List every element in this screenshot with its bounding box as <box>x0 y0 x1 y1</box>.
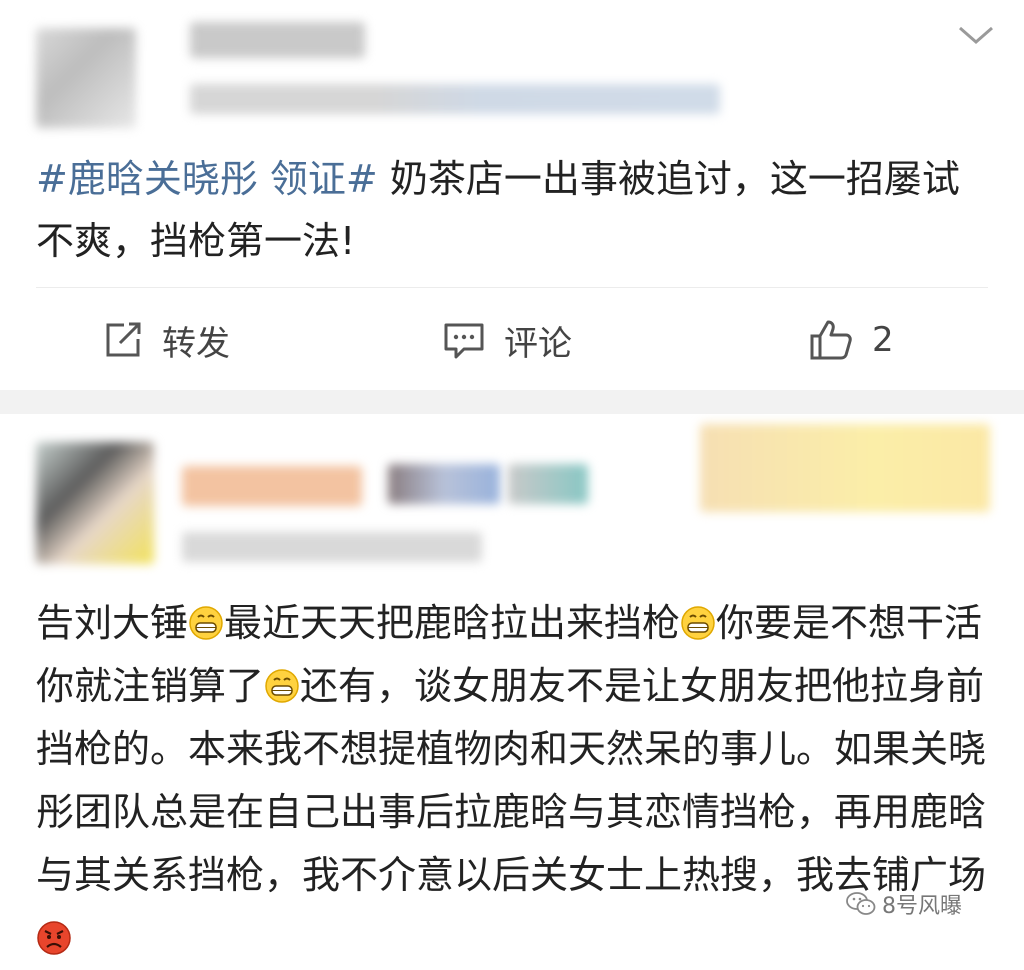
thumbs-up-icon <box>810 320 852 360</box>
text-segment: 最近天天把鹿晗拉出来挡枪 <box>224 601 681 645</box>
comment-label: 评论 <box>504 323 572 364</box>
section-divider <box>0 390 1024 414</box>
user-badges-2 <box>508 464 588 504</box>
post-text: #鹿晗关晓彤 领证# 奶茶店一出事被追讨，这一招屡试不爽，挡枪第一法! <box>36 148 986 272</box>
post-meta <box>190 84 720 114</box>
divider <box>36 287 988 288</box>
share-icon <box>106 322 141 357</box>
grin-emoji-icon <box>681 606 715 640</box>
follow-banner[interactable] <box>700 424 990 512</box>
like-count: 2 <box>872 320 894 360</box>
grin-emoji-icon <box>189 606 223 640</box>
watermark: 8号风曝 <box>846 888 962 920</box>
post-meta <box>182 532 482 562</box>
repost-label: 转发 <box>162 323 230 364</box>
hashtag-link[interactable]: #鹿晗关晓彤 领证# <box>36 157 378 201</box>
grin-emoji-icon <box>265 669 299 703</box>
username[interactable] <box>190 22 365 58</box>
repost-button[interactable]: 转发 <box>102 312 230 368</box>
username[interactable] <box>182 466 362 506</box>
user-badges <box>388 464 500 504</box>
avatar[interactable] <box>36 442 154 564</box>
chevron-down-icon[interactable] <box>956 22 996 48</box>
like-button[interactable]: 2 <box>808 312 894 368</box>
post-card-1: #鹿晗关晓彤 领证# 奶茶店一出事被追讨，这一招屡试不爽，挡枪第一法! 转发 评… <box>0 0 1024 390</box>
comment-icon <box>444 323 484 359</box>
comment-button[interactable]: 评论 <box>442 312 572 368</box>
avatar[interactable] <box>36 28 136 128</box>
text-segment: 告刘大锤 <box>36 601 189 645</box>
watermark-text: 8号风曝 <box>882 894 962 919</box>
wechat-icon <box>846 892 876 915</box>
